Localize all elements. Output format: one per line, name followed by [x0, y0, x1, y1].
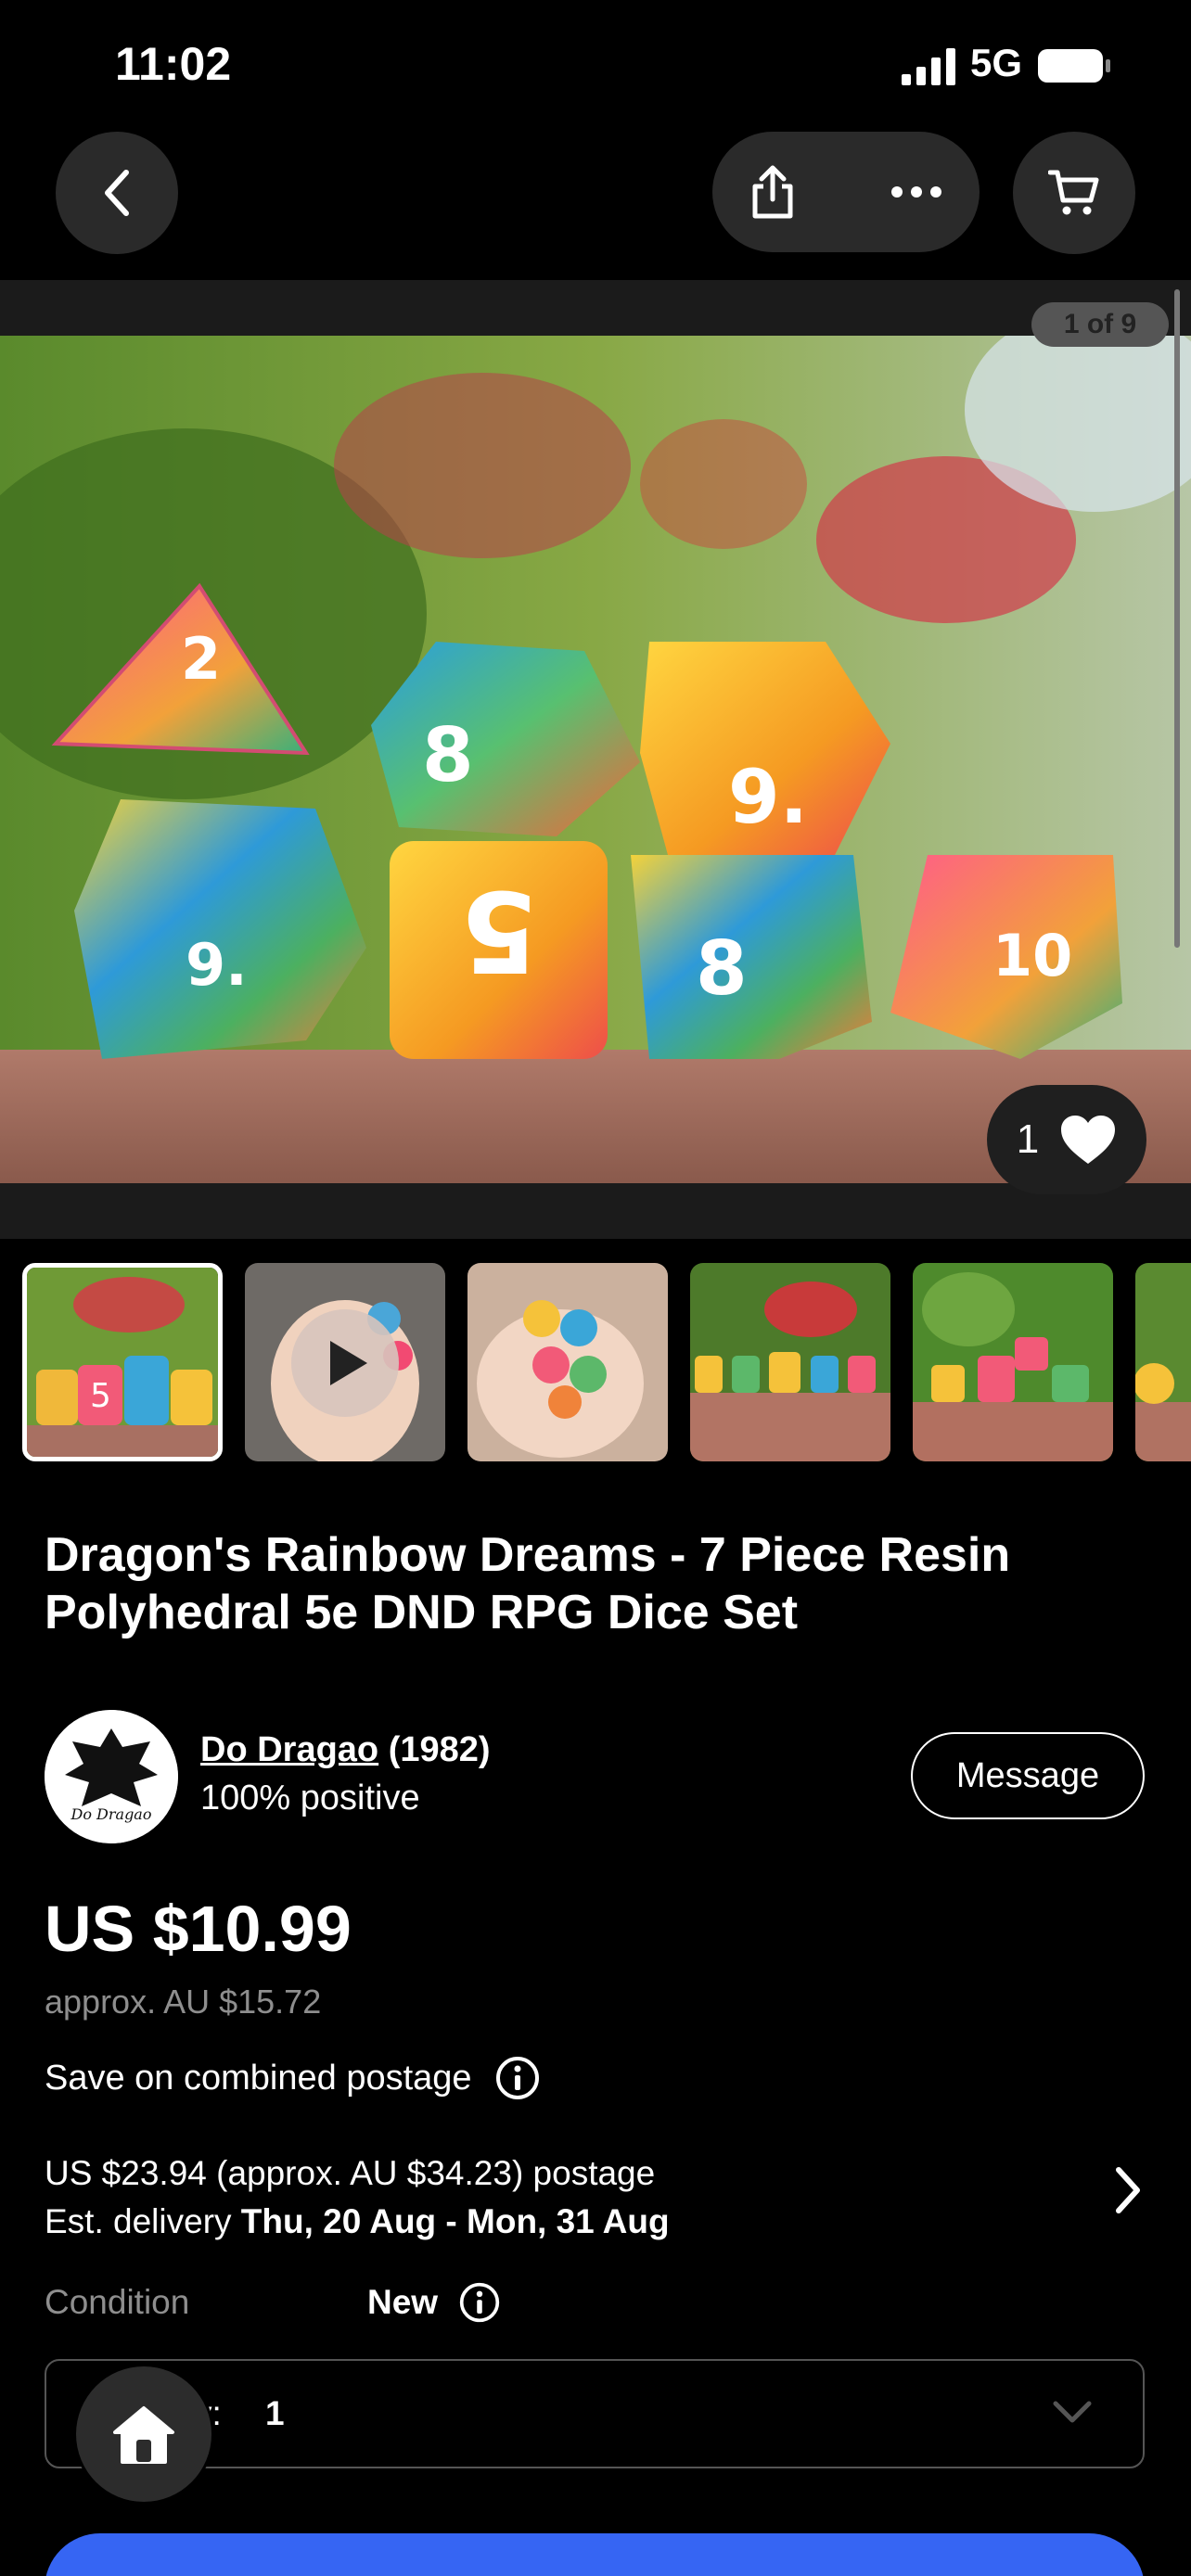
image-counter: 1 of 9 [1031, 302, 1169, 347]
listing-title: Dragon's Rainbow Dreams - 7 Piece Resin … [45, 1528, 1011, 1639]
status-bar: 11:02 5G [0, 0, 1191, 130]
seller-name-link[interactable]: Do Dragao [200, 1730, 378, 1769]
watch-button[interactable]: 1 [987, 1085, 1146, 1194]
approx-price: approx. AU $15.72 [45, 1983, 322, 2021]
cart-icon [1048, 170, 1099, 215]
info-icon[interactable] [494, 2055, 541, 2101]
thumbnail-1[interactable]: 5 [22, 1263, 223, 1461]
thumbnail-5[interactable] [913, 1263, 1113, 1461]
buy-it-now-button[interactable] [45, 2533, 1145, 2576]
seller-name: Do Dragao (1982) [200, 1730, 491, 1770]
like-count: 1 [1016, 1116, 1040, 1162]
svg-text:10: 10 [992, 922, 1072, 989]
delivery-dates: Thu, 20 Aug - Mon, 31 Aug [240, 2202, 670, 2240]
svg-text:Do Dragao: Do Dragao [70, 1805, 152, 1823]
condition-label: Condition [45, 2283, 190, 2321]
seller-avatar[interactable]: Do Dragao [45, 1710, 178, 1843]
svg-text:2: 2 [181, 625, 221, 693]
home-icon [113, 2406, 174, 2464]
thumbnail-2-video[interactable] [245, 1263, 445, 1461]
battery-icon [1038, 49, 1110, 83]
message-button[interactable]: Message [911, 1732, 1145, 1819]
chevron-right-icon[interactable] [1108, 2162, 1148, 2218]
delivery-prefix: Est. delivery [45, 2202, 232, 2240]
svg-text:9.: 9. [728, 754, 808, 840]
svg-text:9.: 9. [186, 931, 248, 999]
combined-postage: Save on combined postage [45, 2055, 541, 2101]
more-icon[interactable] [890, 185, 942, 198]
thumbnail-strip[interactable]: 5 [22, 1263, 1191, 1463]
quantity-select[interactable]: y: 1 [45, 2359, 1145, 2468]
seller-score: (1982) [388, 1730, 491, 1769]
price: US $10.99 [45, 1893, 352, 1965]
thumbnail-6[interactable] [1135, 1263, 1191, 1461]
network-type: 5G [970, 41, 1023, 84]
condition-text: New [367, 2283, 439, 2321]
scroll-indicator[interactable] [1174, 289, 1180, 948]
thumbnail-3[interactable] [467, 1263, 668, 1461]
chevron-down-icon [1053, 2401, 1092, 2423]
signal-icon [902, 48, 955, 85]
cart-button[interactable] [1013, 132, 1135, 254]
thumbnail-4[interactable] [690, 1263, 890, 1461]
svg-text:8: 8 [422, 712, 474, 798]
product-hero-image[interactable]: 2 8 5 9. 8 10 9. [0, 336, 1191, 1183]
condition-value: New [367, 2281, 501, 2324]
postage-cost: US $23.94 (approx. AU $34.23) postage [45, 2154, 656, 2192]
delivery-estimate: Est. delivery Thu, 20 Aug - Mon, 31 Aug [45, 2198, 1065, 2246]
svg-text:5: 5 [90, 1377, 111, 1415]
svg-text:8: 8 [696, 925, 748, 1012]
seller-feedback: 100% positive [200, 1779, 420, 1817]
home-button[interactable] [76, 2366, 211, 2502]
heart-icon [1061, 1116, 1116, 1164]
share-icon[interactable] [749, 164, 796, 220]
back-button[interactable] [56, 132, 178, 254]
quantity-value: 1 [265, 2394, 285, 2432]
combined-postage-label: Save on combined postage [45, 2058, 472, 2098]
status-time: 11:02 [115, 38, 232, 90]
condition-info-icon[interactable] [458, 2281, 501, 2324]
back-icon [105, 170, 129, 216]
postage-info[interactable]: US $23.94 (approx. AU $34.23) postage Es… [45, 2149, 1065, 2246]
svg-text:5: 5 [461, 865, 539, 994]
actions-pill [712, 132, 980, 252]
